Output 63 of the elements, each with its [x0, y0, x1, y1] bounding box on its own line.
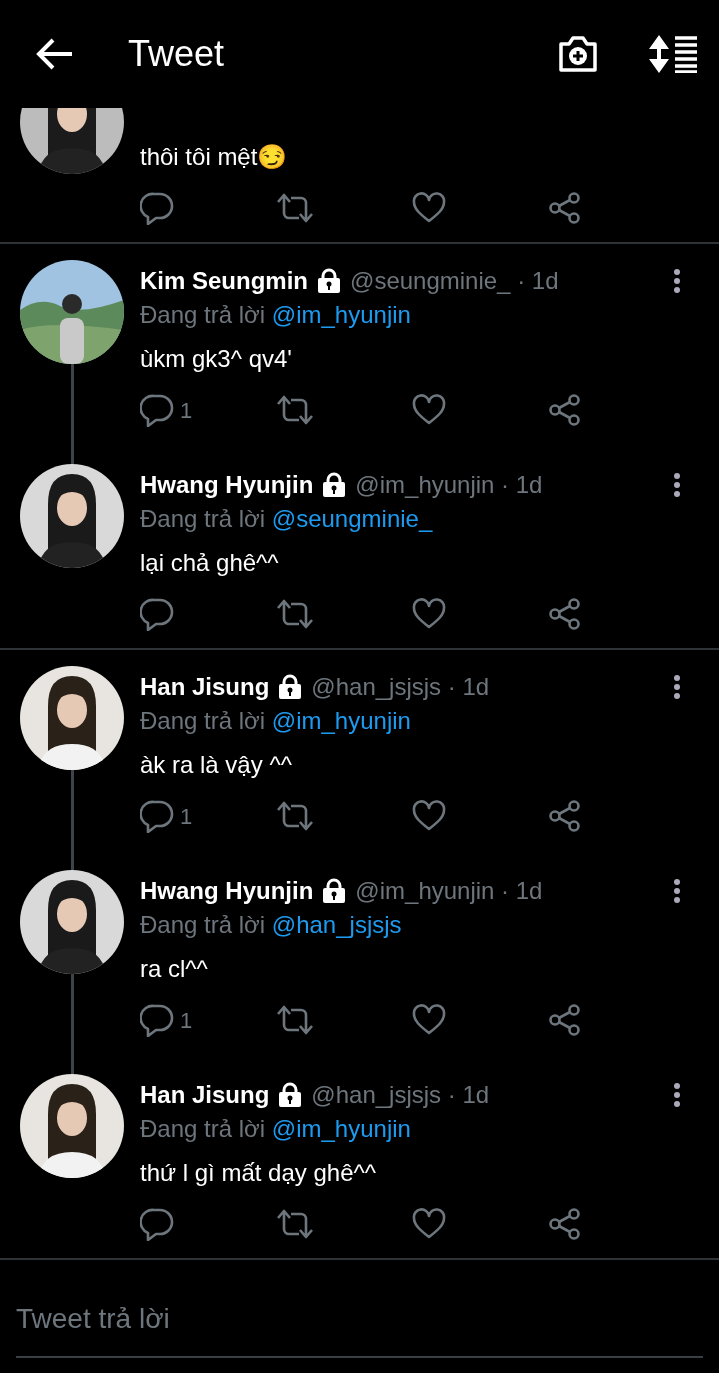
tweet-text: thôi tôi mệt😏 — [140, 142, 289, 172]
reply-field[interactable]: Tweet trả lời — [16, 1288, 703, 1358]
reply-icon[interactable] — [140, 1207, 174, 1241]
heart-icon[interactable] — [412, 192, 446, 224]
sort-icon[interactable] — [649, 35, 699, 73]
reply-context: Đang trả lời @im_hyunjin — [140, 300, 412, 330]
screen-title: Tweet — [128, 34, 226, 74]
retweet-icon[interactable] — [276, 1209, 314, 1239]
user-name: Hwang Hyunjin — [140, 876, 314, 906]
handle-time: @han_jsjsjs · 1d — [311, 672, 490, 702]
reply-icon[interactable] — [140, 1003, 174, 1037]
share-icon[interactable] — [548, 597, 582, 631]
more-icon[interactable] — [673, 268, 681, 294]
reply-icon[interactable] — [140, 799, 174, 833]
tweet-text: ùkm gk3^ qv4' — [140, 344, 293, 374]
retweet-icon[interactable] — [276, 599, 314, 629]
user-name: Han Jisung — [140, 672, 270, 702]
reply-icon[interactable] — [140, 191, 174, 225]
heart-icon[interactable] — [412, 394, 446, 426]
user-name: Han Jisung — [140, 1080, 270, 1110]
user-name: Hwang Hyunjin — [140, 470, 314, 500]
tweet-text: thứ l gì mất dạy ghê^^ — [140, 1158, 378, 1188]
reply-icon[interactable] — [140, 597, 174, 631]
more-icon[interactable] — [673, 472, 681, 498]
reply-context: Đang trả lời @han_jsjsjs — [140, 910, 403, 940]
heart-icon[interactable] — [412, 1208, 446, 1240]
camera-plus-icon[interactable] — [557, 34, 599, 74]
reply-context: Đang trả lời @im_hyunjin — [140, 706, 412, 736]
mention-link[interactable]: @im_hyunjin — [271, 707, 411, 734]
handle-time: @im_hyunjin · 1d — [355, 470, 543, 500]
more-icon[interactable] — [673, 674, 681, 700]
more-icon[interactable] — [673, 1082, 681, 1108]
reply-context: Đang trả lời @seungminie_ — [140, 504, 434, 534]
reply-icon[interactable] — [140, 393, 174, 427]
user-name: Kim Seungmin — [140, 266, 308, 296]
tweet-text: lại chả ghê^^ — [140, 548, 280, 578]
reply-context: Đang trả lời @im_hyunjin — [140, 1114, 412, 1144]
retweet-icon[interactable] — [276, 801, 314, 831]
mention-link[interactable]: @im_hyunjin — [271, 301, 411, 328]
heart-icon[interactable] — [412, 598, 446, 630]
handle-time: @seungminie_ · 1d — [350, 266, 559, 296]
heart-icon[interactable] — [412, 800, 446, 832]
share-icon[interactable] — [548, 799, 582, 833]
handle-time: @im_hyunjin · 1d — [355, 876, 543, 906]
heart-icon[interactable] — [412, 1004, 446, 1036]
share-icon[interactable] — [548, 191, 582, 225]
mention-link[interactable]: @seungminie_ — [271, 505, 433, 532]
share-icon[interactable] — [548, 1003, 582, 1037]
share-icon[interactable] — [548, 1207, 582, 1241]
reply-count: 1 — [180, 1006, 193, 1035]
more-icon[interactable] — [673, 878, 681, 904]
tweet-text: àk ra là vậy ^^ — [140, 750, 293, 780]
retweet-icon[interactable] — [276, 1005, 314, 1035]
tweet-text: ra cl^^ — [140, 954, 209, 984]
share-icon[interactable] — [548, 393, 582, 427]
handle-time: @han_jsjsjs · 1d — [311, 1080, 490, 1110]
reply-count: 1 — [180, 396, 193, 425]
mention-link[interactable]: @han_jsjsjs — [271, 911, 402, 938]
reply-count: 1 — [180, 802, 193, 831]
mention-link[interactable]: @im_hyunjin — [271, 1115, 411, 1142]
back-button[interactable] — [36, 37, 74, 71]
retweet-icon[interactable] — [276, 395, 314, 425]
retweet-icon[interactable] — [276, 193, 314, 223]
